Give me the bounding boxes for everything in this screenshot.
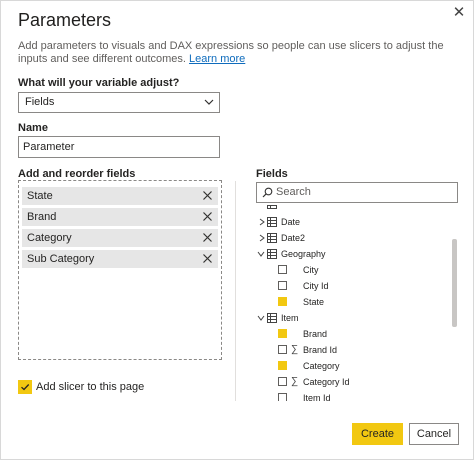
tree-label: Item	[281, 313, 299, 323]
tree-label: City Id	[303, 281, 329, 291]
sigma-icon: ∑	[291, 344, 299, 355]
cancel-button[interactable]: Cancel	[409, 423, 459, 445]
table-icon	[267, 205, 277, 209]
tree-label: State	[303, 297, 325, 307]
chevron-down-icon[interactable]	[257, 314, 265, 322]
tree-field-category-id[interactable]: ∑ Category Id	[256, 375, 456, 389]
tree-field-item-id[interactable]: Item Id	[256, 391, 456, 401]
field-checkbox[interactable]	[278, 377, 287, 386]
tree-field-category[interactable]: Category	[256, 359, 456, 373]
variable-dropdown-value: Fields	[25, 96, 55, 108]
table-icon	[267, 313, 277, 323]
field-checkbox-checked[interactable]	[278, 361, 287, 370]
fields-pane-label: Fields	[256, 168, 288, 180]
fields-scrollbar[interactable]	[452, 239, 457, 327]
name-input[interactable]: Parameter	[18, 136, 220, 158]
tree-label: City	[303, 265, 319, 275]
table-icon	[267, 233, 277, 243]
dialog-description: Add parameters to visuals and DAX expres…	[18, 40, 458, 66]
dialog-title: Parameters	[18, 10, 112, 30]
chevron-down-icon[interactable]	[257, 250, 265, 258]
fields-search-input[interactable]: Search	[256, 182, 458, 203]
field-checkbox[interactable]	[278, 265, 287, 274]
remove-icon[interactable]	[202, 190, 213, 201]
table-icon	[267, 217, 277, 227]
field-chip-label: Category	[27, 232, 72, 244]
create-button[interactable]: Create	[352, 423, 403, 445]
reorder-fields-list: State Brand Category Sub Category	[18, 180, 222, 360]
tree-label: Brand Id	[303, 345, 338, 355]
parameters-dialog: Parameters ✕ Add parameters to visuals a…	[0, 0, 474, 460]
tree-label: Date	[281, 217, 301, 227]
add-slicer-checkbox[interactable]	[18, 380, 32, 394]
fields-tree: Date Date2 Geography City City Id State	[256, 205, 456, 401]
add-slicer-label: Add slicer to this page	[36, 381, 145, 393]
chevron-right-icon[interactable]	[258, 234, 266, 242]
tree-label: Brand	[303, 329, 328, 339]
field-checkbox[interactable]	[278, 393, 287, 401]
checkmark-icon	[21, 384, 30, 391]
reorder-label: Add and reorder fields	[18, 168, 136, 180]
field-chip-label: State	[27, 190, 53, 202]
field-chip-category[interactable]: Category	[22, 229, 218, 247]
tree-table-geography[interactable]: Geography	[256, 247, 456, 261]
tree-table-date[interactable]: Date	[256, 215, 456, 229]
field-checkbox-checked[interactable]	[278, 329, 287, 338]
remove-icon[interactable]	[202, 232, 213, 243]
tree-field-state[interactable]: State	[256, 295, 456, 309]
tree-label: Category	[303, 361, 340, 371]
tree-table-item[interactable]: Item	[256, 311, 456, 325]
field-checkbox[interactable]	[278, 345, 287, 354]
field-checkbox[interactable]	[278, 281, 287, 290]
variable-dropdown[interactable]: Fields	[18, 92, 220, 113]
chevron-right-icon[interactable]	[258, 218, 266, 226]
chevron-down-icon	[204, 99, 214, 105]
tree-label: Geography	[281, 249, 326, 259]
remove-icon[interactable]	[202, 253, 213, 264]
search-icon	[262, 187, 273, 198]
tree-label: Category Id	[303, 377, 350, 387]
table-icon	[267, 249, 277, 259]
tree-field-brand-id[interactable]: ∑ Brand Id	[256, 343, 456, 357]
field-chip-state[interactable]: State	[22, 187, 218, 205]
field-checkbox-checked[interactable]	[278, 297, 287, 306]
tree-label: Date2	[281, 233, 306, 243]
sigma-icon: ∑	[291, 376, 299, 387]
tree-label: Item Id	[303, 393, 331, 401]
remove-icon[interactable]	[202, 211, 213, 222]
field-chip-sub-category[interactable]: Sub Category	[22, 250, 218, 268]
field-chip-label: Sub Category	[27, 253, 95, 265]
name-label: Name	[18, 122, 48, 134]
tree-table-date2[interactable]: Date2	[256, 231, 456, 245]
add-slicer-checkbox-row[interactable]: Add slicer to this page	[18, 379, 144, 395]
pane-divider	[235, 181, 236, 401]
tree-field-brand[interactable]: Brand	[256, 327, 456, 341]
field-chip-brand[interactable]: Brand	[22, 208, 218, 226]
tree-field-city-id[interactable]: City Id	[256, 279, 456, 293]
variable-label: What will your variable adjust?	[18, 77, 180, 89]
learn-more-link[interactable]: Learn more	[189, 53, 245, 65]
field-chip-label: Brand	[27, 211, 57, 223]
search-placeholder: Search	[276, 186, 311, 198]
close-icon[interactable]: ✕	[450, 4, 468, 22]
tree-field-city[interactable]: City	[256, 263, 456, 277]
